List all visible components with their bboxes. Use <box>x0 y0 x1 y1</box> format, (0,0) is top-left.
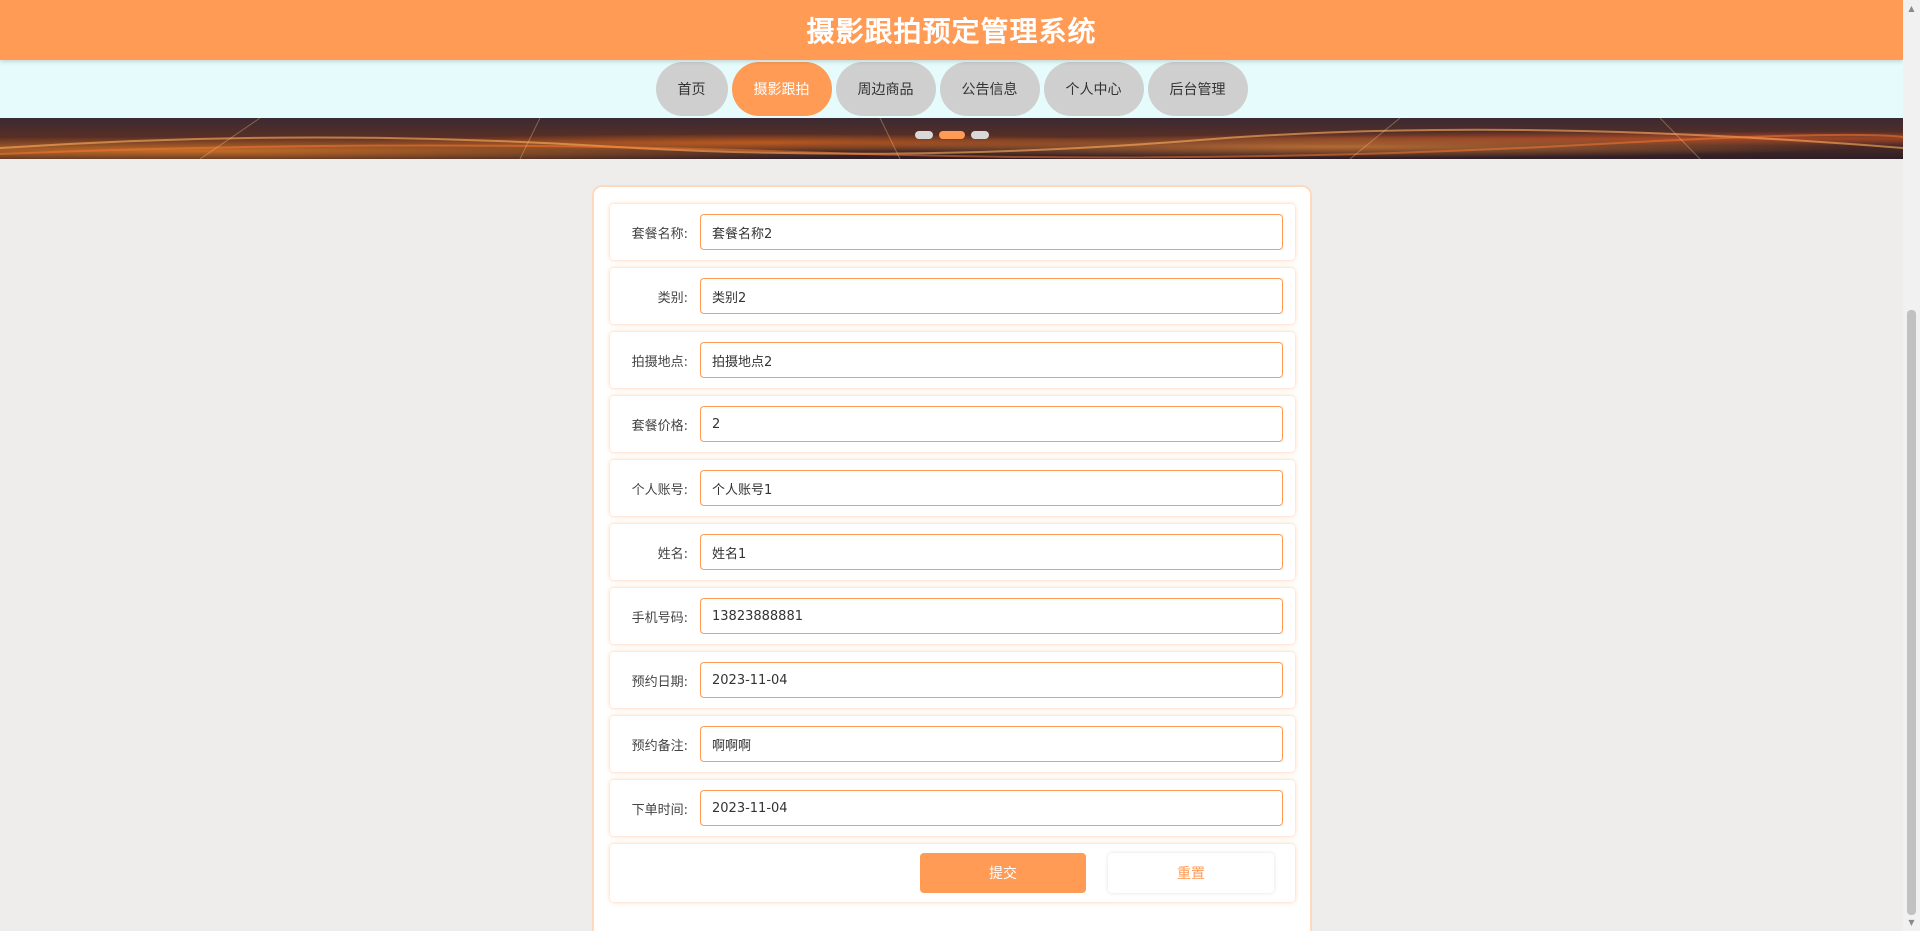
phone-input[interactable] <box>700 598 1283 634</box>
nav-item-admin[interactable]: 后台管理 <box>1147 62 1248 116</box>
form-row-package-name: 套餐名称: <box>610 204 1295 260</box>
booking-date-input[interactable] <box>700 662 1283 698</box>
submit-button[interactable]: 提交 <box>920 853 1086 893</box>
field-label: 类别: <box>657 290 688 306</box>
form-actions: 提交 重置 <box>610 844 1295 902</box>
form-row-location: 拍摄地点: <box>610 332 1295 388</box>
scrollbar-thumb[interactable] <box>1907 310 1916 915</box>
form-row-phone: 手机号码: <box>610 588 1295 644</box>
form-row-price: 套餐价格: <box>610 396 1295 452</box>
field-label: 姓名: <box>657 546 688 562</box>
form-row-order-time: 下单时间: <box>610 780 1295 836</box>
name-input[interactable] <box>700 534 1283 570</box>
scroll-down-icon[interactable]: ▼ <box>1903 914 1920 931</box>
booking-form: 套餐名称: 类别: 拍摄地点: 套餐价格: 个人账号: 姓名: 手机号码: 预 <box>592 185 1312 931</box>
remarks-input[interactable] <box>700 726 1283 762</box>
header-bar: 摄影跟拍预定管理系统 <box>0 0 1903 60</box>
reset-button[interactable]: 重置 <box>1108 853 1274 893</box>
nav-item-announcements[interactable]: 公告信息 <box>939 62 1040 116</box>
location-input[interactable] <box>700 342 1283 378</box>
field-label: 手机号码: <box>631 610 688 626</box>
nav-item-home[interactable]: 首页 <box>655 62 728 116</box>
field-label: 个人账号: <box>631 482 688 498</box>
page: 摄影跟拍预定管理系统 首页 摄影跟拍 周边商品 公告信息 个人中心 后台管理 套… <box>0 0 1903 931</box>
site-title: 摄影跟拍预定管理系统 <box>806 15 1097 48</box>
nav-bar: 首页 摄影跟拍 周边商品 公告信息 个人中心 后台管理 <box>0 60 1903 118</box>
account-input[interactable] <box>700 470 1283 506</box>
field-label: 套餐价格: <box>631 418 688 434</box>
carousel-dot[interactable] <box>914 131 933 139</box>
form-row-category: 类别: <box>610 268 1295 324</box>
vertical-scrollbar[interactable]: ▲ ▼ <box>1903 0 1920 931</box>
field-label: 预约日期: <box>631 674 688 690</box>
field-label: 拍摄地点: <box>631 354 688 370</box>
field-label: 套餐名称: <box>631 226 688 242</box>
form-row-account: 个人账号: <box>610 460 1295 516</box>
nav-item-photography[interactable]: 摄影跟拍 <box>731 62 832 116</box>
nav-item-merchandise[interactable]: 周边商品 <box>835 62 936 116</box>
carousel-dot[interactable] <box>970 131 989 139</box>
form-row-name: 姓名: <box>610 524 1295 580</box>
carousel-dot-active[interactable] <box>938 131 965 139</box>
form-row-remarks: 预约备注: <box>610 716 1295 772</box>
scroll-up-icon[interactable]: ▲ <box>1903 0 1920 17</box>
category-input[interactable] <box>700 278 1283 314</box>
field-label: 预约备注: <box>631 738 688 754</box>
nav-item-personal-center[interactable]: 个人中心 <box>1043 62 1144 116</box>
order-time-input[interactable] <box>700 790 1283 826</box>
carousel-indicators <box>0 131 1903 139</box>
price-input[interactable] <box>700 406 1283 442</box>
field-label: 下单时间: <box>631 802 688 818</box>
package-name-input[interactable] <box>700 214 1283 250</box>
form-row-booking-date: 预约日期: <box>610 652 1295 708</box>
